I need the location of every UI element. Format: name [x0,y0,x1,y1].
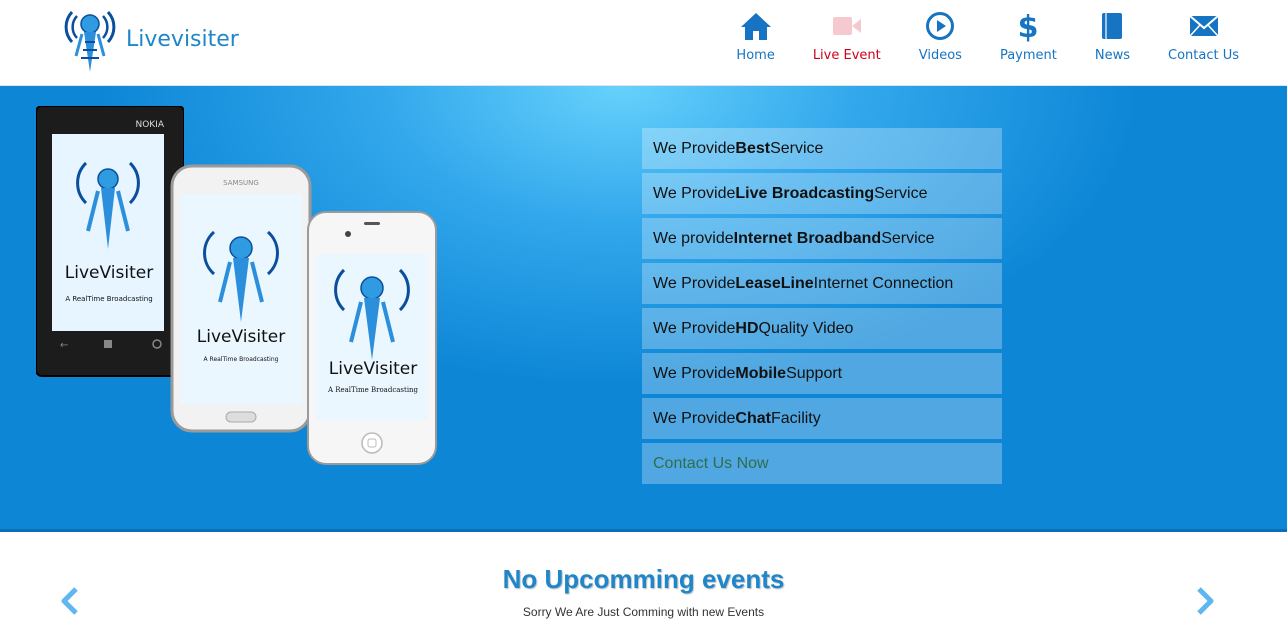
nav-item-videos[interactable]: Videos [919,10,962,63]
book-icon [1096,10,1128,42]
broadcast-tower-logo-icon [64,10,116,72]
nav-label-news: News [1094,48,1130,63]
iphone-image: LiveVisiter A RealTime Broadcasting [307,211,437,465]
nav-item-contact-us[interactable]: Contact Us [1168,10,1239,63]
nav-item-payment[interactable]: $ Payment [1000,10,1057,63]
dollar-icon: $ [1012,10,1044,42]
feature-item: We Provide Best Service [642,128,1002,169]
feature-list: We Provide Best Service We Provide Live … [642,128,1002,488]
play-circle-icon [924,10,956,42]
phone-tagline: A RealTime Broadcasting [327,386,419,394]
phone-app-name: LiveVisiter [65,263,153,283]
contact-us-now-link[interactable]: Contact Us Now [642,443,1002,484]
nav-item-news[interactable]: News [1095,10,1130,63]
chevron-right-icon[interactable] [1193,586,1217,616]
nav-label-videos: Videos [918,48,962,63]
samsung-phone-image: SAMSUNG LiveVisiter A RealTime Broadcast… [170,164,312,433]
phone-tagline: A RealTime Broadcasting [65,295,152,303]
brand[interactable]: Livevisiter [64,4,239,74]
nav-label-contact-us: Contact Us [1168,48,1239,63]
envelope-icon [1188,10,1220,42]
nav-label-home: Home [736,48,775,63]
feature-item: We Provide HD Quality Video [642,308,1002,349]
feature-item: We provide Internet Broadband Service [642,218,1002,259]
feature-item: We Provide Mobile Support [642,353,1002,394]
phone-app-name: LiveVisiter [329,359,417,379]
nav-item-live-event[interactable]: Live Event [813,10,881,63]
events-section: No Upcomming events Sorry We Are Just Co… [0,532,1287,635]
main-nav: Home Live Event Videos $ Payment News Co… [698,10,1239,63]
phone-maker-label: SAMSUNG [223,179,259,187]
feature-item: We Provide LeaseLine Internet Connection [642,263,1002,304]
nokia-phone-image: NOKIA LiveVisiter A RealTime Broadcastin… [36,106,184,377]
nav-label-payment: Payment [999,48,1057,63]
events-subtitle: Sorry We Are Just Comming with new Event… [522,605,765,619]
site-header: Livevisiter Home Live Event Videos $ Pay… [0,0,1287,86]
feature-item: We Provide Chat Facility [642,398,1002,439]
phone-maker-label: NOKIA [135,120,164,130]
video-camera-icon [831,10,863,42]
brand-name: Livevisiter [126,26,239,52]
phone-tagline: A RealTime Broadcasting [204,356,279,363]
home-icon [740,10,772,42]
feature-item: We Provide Live Broadcasting Service [642,173,1002,214]
phones-illustration: NOKIA LiveVisiter A RealTime Broadcastin… [30,104,450,474]
phone-app-name: LiveVisiter [197,327,285,347]
hero-banner: NOKIA LiveVisiter A RealTime Broadcastin… [0,86,1287,532]
svg-text:←: ← [60,340,68,351]
nav-item-home[interactable]: Home [736,10,775,63]
svg-text:$: $ [1018,10,1039,42]
events-title: No Upcomming events [502,564,785,594]
nav-label-live-event: Live Event [812,48,881,63]
